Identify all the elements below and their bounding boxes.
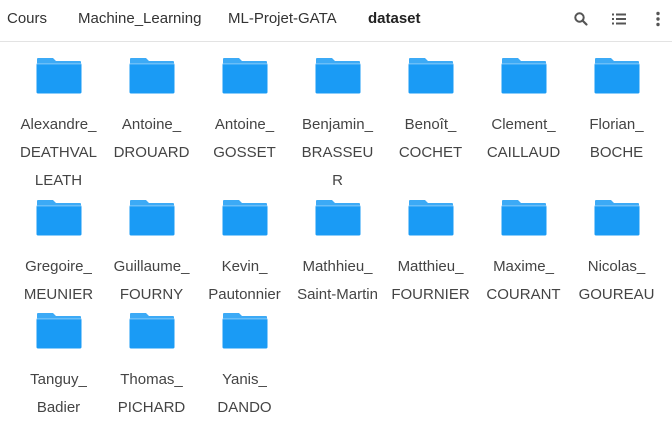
folder-icon	[315, 58, 360, 94]
folder-item[interactable]: Alexandre_ DEATHVAL LEATH	[12, 57, 105, 195]
folder-label-line: Alexandre_	[20, 116, 97, 133]
breadcrumb-dataset: dataset	[368, 10, 421, 27]
folder-label: Kevin_ Pautonnier	[198, 253, 291, 309]
folder-item[interactable]: Benjamin_ BRASSEU R	[291, 57, 384, 195]
folder-icon	[222, 313, 267, 349]
folder-label-line: Gregoire_	[25, 258, 92, 275]
folder-icon	[222, 200, 267, 236]
folder-icon	[501, 58, 546, 94]
folder-icon	[36, 200, 81, 236]
folder-item[interactable]: Kevin_ Pautonnier	[198, 199, 291, 309]
folder-label-line: DROUARD	[113, 144, 190, 161]
folder-item[interactable]: Guillaume_ FOURNY	[105, 199, 198, 309]
folder-item[interactable]: Gregoire_ MEUNIER	[12, 199, 105, 309]
breadcrumb-ml-projet-gata[interactable]: ML-Projet-GATA	[228, 10, 337, 28]
folder-label-line: MEUNIER	[23, 286, 94, 303]
folder-item[interactable]: Mathhieu_ Saint-Martin	[291, 199, 384, 309]
folder-label-line: BRASSEU	[301, 144, 374, 161]
folder-label: Guillaume_ FOURNY	[105, 253, 198, 309]
folder-label-line: Tanguy_	[30, 371, 87, 388]
toolbar: Cours Machine_Learning ML-Projet-GATA da…	[0, 0, 672, 42]
folder-label-line: Nicolas_	[587, 258, 646, 275]
list-view-icon[interactable]	[611, 11, 627, 27]
folder-label: Gregoire_ MEUNIER	[12, 253, 105, 309]
folder-label: Antoine_ DROUARD	[105, 111, 198, 167]
folder-label-line: Kevin_	[221, 258, 268, 275]
folder-label-line: CAILLAUD	[486, 144, 561, 161]
folder-item[interactable]: Antoine_ DROUARD	[105, 57, 198, 167]
folder-label-line: FOURNIER	[391, 286, 470, 303]
folder-item[interactable]: Tanguy_ Badier	[12, 312, 105, 422]
folder-icon	[129, 200, 174, 236]
folder-icon	[594, 200, 639, 236]
folder-label-line: Florian_	[589, 116, 644, 133]
folder-label: Benoît_ COCHET	[384, 111, 477, 167]
folder-label-line: Mathhieu_	[302, 258, 373, 275]
folder-label: Thomas_ PICHARD	[105, 366, 198, 422]
folder-icon	[408, 58, 453, 94]
folder-label-line: DEATHVAL	[20, 144, 97, 161]
folder-label-line: BOCHE	[589, 144, 644, 161]
folder-label-line: Guillaume_	[113, 258, 190, 275]
folder-label-line: Thomas_	[120, 371, 183, 388]
folder-item[interactable]: Maxime_ COURANT	[477, 199, 570, 309]
search-icon[interactable]	[573, 11, 589, 27]
folder-item[interactable]: Matthieu_ FOURNIER	[384, 199, 477, 309]
folder-label: Clement_ CAILLAUD	[477, 111, 570, 167]
folder-icon	[501, 200, 546, 236]
folder-label-line: Matthieu_	[397, 258, 464, 275]
breadcrumb-cours[interactable]: Cours	[7, 10, 47, 28]
folder-label: Mathhieu_ Saint-Martin	[291, 253, 384, 309]
folder-label-line: Yanis_	[222, 371, 267, 388]
folder-label-line: Saint-Martin	[297, 286, 378, 303]
folder-label: Antoine_ GOSSET	[198, 111, 291, 167]
folder-label-line: Antoine_	[121, 116, 182, 133]
folder-item[interactable]: Thomas_ PICHARD	[105, 312, 198, 422]
folder-item[interactable]: Benoît_ COCHET	[384, 57, 477, 167]
folder-label-line: Badier	[36, 399, 81, 416]
folder-item[interactable]: Florian_ BOCHE	[570, 57, 663, 167]
folder-label: Tanguy_ Badier	[12, 366, 105, 422]
folder-label-line: Benoît_	[404, 116, 457, 133]
folder-label-line: FOURNY	[119, 286, 184, 303]
folder-icon	[408, 200, 453, 236]
folder-icon	[315, 200, 360, 236]
folder-item[interactable]: Nicolas_ GOUREAU	[570, 199, 663, 309]
folder-label-line: COCHET	[398, 144, 463, 161]
folder-label-line: Clement_	[491, 116, 556, 133]
folder-icon	[129, 313, 174, 349]
folder-label-line: Maxime_	[493, 258, 554, 275]
folder-label-line: COURANT	[486, 286, 561, 303]
folder-label: Maxime_ COURANT	[477, 253, 570, 309]
folder-item[interactable]: Yanis_ DANDO	[198, 312, 291, 422]
breadcrumb-machine-learning[interactable]: Machine_Learning	[78, 10, 201, 28]
folder-icon	[222, 58, 267, 94]
folder-item[interactable]: Antoine_ GOSSET	[198, 57, 291, 167]
folder-item[interactable]: Clement_ CAILLAUD	[477, 57, 570, 167]
folder-label-line: DANDO	[217, 399, 272, 416]
more-vertical-icon[interactable]	[650, 11, 666, 27]
folder-label: Yanis_ DANDO	[198, 366, 291, 422]
folder-label: Matthieu_ FOURNIER	[384, 253, 477, 309]
folder-label: Alexandre_ DEATHVAL LEATH	[12, 111, 105, 195]
folder-label: Nicolas_ GOUREAU	[570, 253, 663, 309]
folder-icon	[36, 313, 81, 349]
folder-icon	[129, 58, 174, 94]
folder-label-line: LEATH	[34, 172, 83, 189]
folder-label-line: PICHARD	[117, 399, 186, 416]
folder-label: Benjamin_ BRASSEU R	[291, 111, 384, 195]
folder-label-line: Antoine_	[214, 116, 275, 133]
folder-label-line: GOSSET	[213, 144, 276, 161]
folder-label-line: R	[332, 172, 343, 189]
folder-icon	[36, 58, 81, 94]
folder-label-line: Pautonnier	[208, 286, 281, 303]
folder-label-line: Benjamin_	[302, 116, 373, 133]
folder-label-line: GOUREAU	[578, 286, 655, 303]
folder-label: Florian_ BOCHE	[570, 111, 663, 167]
folder-icon	[594, 58, 639, 94]
